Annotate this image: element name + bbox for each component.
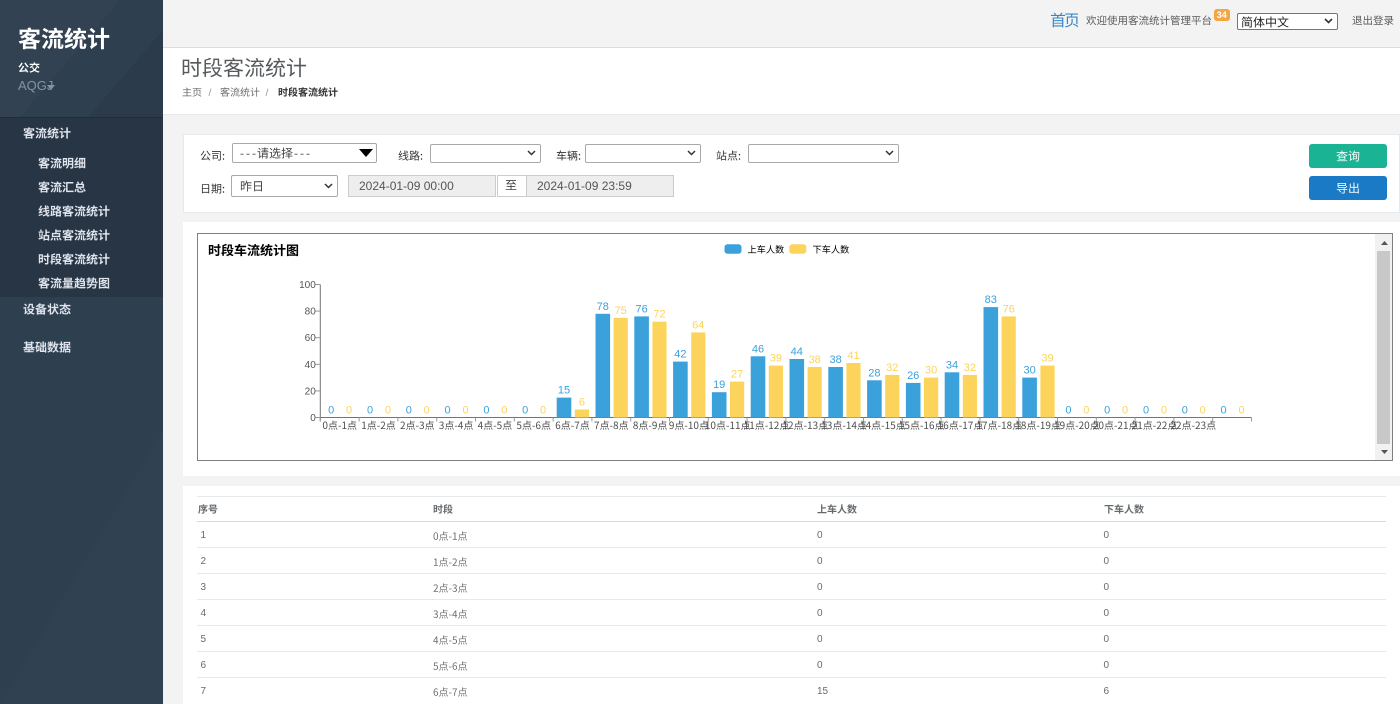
svg-text:30: 30 xyxy=(925,365,937,377)
svg-text:15: 15 xyxy=(558,385,570,397)
svg-text:0: 0 xyxy=(346,405,352,417)
svg-text:41: 41 xyxy=(847,350,859,362)
svg-text:60: 60 xyxy=(305,333,317,344)
svg-text:0: 0 xyxy=(424,405,430,417)
svg-text:0: 0 xyxy=(445,405,451,417)
svg-text:0: 0 xyxy=(385,405,391,417)
svg-text:44: 44 xyxy=(791,346,803,358)
svg-text:0: 0 xyxy=(483,405,489,417)
svg-text:0: 0 xyxy=(1083,405,1089,417)
svg-text:0: 0 xyxy=(367,405,373,417)
svg-text:76: 76 xyxy=(635,303,647,315)
svg-text:32: 32 xyxy=(964,362,976,374)
svg-text:76: 76 xyxy=(1003,303,1015,315)
svg-text:0: 0 xyxy=(1143,405,1149,417)
svg-text:0: 0 xyxy=(406,405,412,417)
svg-text:0: 0 xyxy=(540,405,546,417)
svg-text:0: 0 xyxy=(462,405,468,417)
svg-text:78: 78 xyxy=(597,301,609,313)
svg-text:46: 46 xyxy=(752,343,764,355)
svg-text:39: 39 xyxy=(1041,353,1053,365)
svg-text:80: 80 xyxy=(305,307,317,318)
svg-text:72: 72 xyxy=(653,309,665,321)
svg-text:30: 30 xyxy=(1023,365,1035,377)
svg-text:40: 40 xyxy=(305,360,317,371)
svg-text:0: 0 xyxy=(1161,405,1167,417)
svg-text:64: 64 xyxy=(692,319,704,331)
svg-text:32: 32 xyxy=(886,362,898,374)
svg-text:0: 0 xyxy=(1238,405,1244,417)
svg-text:0: 0 xyxy=(1200,405,1206,417)
svg-text:39: 39 xyxy=(770,353,782,365)
svg-text:0: 0 xyxy=(1182,405,1188,417)
svg-text:0: 0 xyxy=(328,405,334,417)
svg-text:42: 42 xyxy=(674,349,686,361)
svg-text:20: 20 xyxy=(305,386,317,397)
svg-text:27: 27 xyxy=(731,369,743,381)
svg-text:28: 28 xyxy=(868,367,880,379)
svg-text:0: 0 xyxy=(1122,405,1128,417)
svg-text:83: 83 xyxy=(985,294,997,306)
svg-text:26: 26 xyxy=(907,370,919,382)
svg-text:0: 0 xyxy=(501,405,507,417)
svg-text:0: 0 xyxy=(1104,405,1110,417)
svg-text:0: 0 xyxy=(310,413,316,424)
svg-text:0: 0 xyxy=(522,405,528,417)
svg-text:75: 75 xyxy=(615,305,627,317)
svg-text:0: 0 xyxy=(1065,405,1071,417)
svg-text:100: 100 xyxy=(299,280,316,291)
svg-text:38: 38 xyxy=(809,354,821,366)
svg-text:6: 6 xyxy=(579,397,585,409)
svg-text:34: 34 xyxy=(946,359,958,371)
svg-text:19: 19 xyxy=(713,379,725,391)
svg-text:0: 0 xyxy=(1221,405,1227,417)
svg-text:38: 38 xyxy=(829,354,841,366)
